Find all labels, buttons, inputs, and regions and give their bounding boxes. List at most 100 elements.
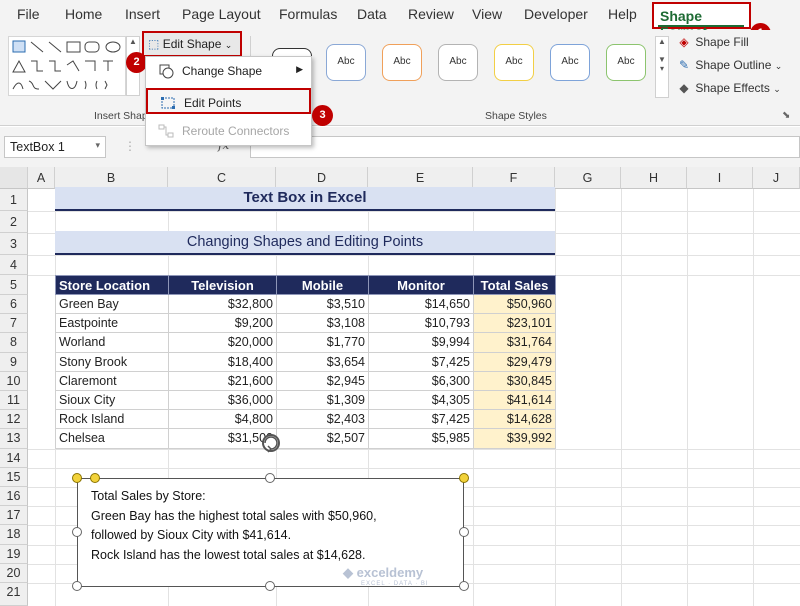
row-header-16[interactable]: 16: [0, 487, 28, 507]
row-header-6[interactable]: 6: [0, 295, 28, 315]
cell-television[interactable]: $18,400: [168, 351, 277, 372]
col-header-f[interactable]: F: [473, 167, 555, 189]
shape-outline-button[interactable]: ✎ Shape Outline ⌄: [676, 58, 782, 72]
header-total-sales[interactable]: Total Sales: [473, 275, 556, 295]
menu-item-edit-points[interactable]: Edit Points: [146, 88, 311, 114]
cell-monitor[interactable]: $7,425: [368, 409, 474, 430]
shape-fill-button[interactable]: ◈ Shape Fill: [676, 35, 748, 49]
row-header-10[interactable]: 10: [0, 371, 28, 391]
cell-mobile[interactable]: $3,108: [276, 313, 369, 334]
shape-style-4[interactable]: Abc: [494, 44, 534, 81]
cell-store[interactable]: Sioux City: [55, 389, 169, 411]
cell-monitor[interactable]: $7,425: [368, 351, 474, 372]
col-header-a[interactable]: A: [28, 167, 55, 189]
row-header-12[interactable]: 12: [0, 410, 28, 430]
resize-handle-left[interactable]: [72, 527, 82, 537]
cell-television[interactable]: $9,200: [168, 313, 277, 334]
cell-total[interactable]: $29,479: [473, 351, 556, 372]
header-television[interactable]: Television: [168, 275, 277, 295]
shape-style-3[interactable]: Abc: [438, 44, 478, 81]
resize-handle-top-left[interactable]: [72, 473, 82, 483]
tab-data[interactable]: Data: [357, 6, 387, 22]
row-header-17[interactable]: 17: [0, 506, 28, 526]
cell-store[interactable]: Eastpointe: [55, 313, 169, 334]
tab-file[interactable]: File: [17, 6, 40, 22]
resize-handle-top-right[interactable]: [459, 473, 469, 483]
shape-style-2[interactable]: Abc: [382, 44, 422, 81]
cell-television[interactable]: $4,800: [168, 409, 277, 430]
row-header-14[interactable]: 14: [0, 448, 28, 468]
row-header-5[interactable]: 5: [0, 275, 28, 295]
col-header-b[interactable]: B: [55, 167, 168, 189]
dialog-launcher-icon[interactable]: ⬊: [782, 110, 790, 121]
col-header-h[interactable]: H: [621, 167, 687, 189]
col-header-d[interactable]: D: [276, 167, 368, 189]
tab-view[interactable]: View: [472, 6, 502, 22]
header-monitor[interactable]: Monitor: [368, 275, 474, 295]
row-header-3[interactable]: 3: [0, 233, 28, 255]
tab-review[interactable]: Review: [408, 6, 454, 22]
row-header-7[interactable]: 7: [0, 314, 28, 334]
cell-television[interactable]: $20,000: [168, 332, 277, 353]
cell-monitor[interactable]: $6,300: [368, 370, 474, 391]
tab-help[interactable]: Help: [608, 6, 637, 22]
select-all-corner[interactable]: [0, 167, 28, 189]
cell-television[interactable]: $32,800: [168, 293, 277, 315]
adjust-handle-yellow[interactable]: [90, 473, 100, 483]
shape-style-5[interactable]: Abc: [550, 44, 590, 81]
tab-shape-format[interactable]: Shape Format: [652, 2, 751, 40]
cell-total[interactable]: $30,845: [473, 370, 556, 391]
cell-mobile[interactable]: $2,403: [276, 409, 369, 430]
cell-monitor[interactable]: $10,793: [368, 313, 474, 334]
cell-mobile[interactable]: $2,945: [276, 370, 369, 391]
cell-store[interactable]: Green Bay: [55, 293, 169, 315]
cell-store[interactable]: Rock Island: [55, 409, 169, 430]
tab-page-layout[interactable]: Page Layout: [182, 6, 261, 22]
cell-mobile[interactable]: $3,510: [276, 293, 369, 315]
shape-styles-scroll[interactable]: ▲ ▼ ▾: [655, 36, 669, 98]
resize-handle-top[interactable]: [265, 473, 275, 483]
cell-store[interactable]: Worland: [55, 332, 169, 353]
row-header-9[interactable]: 9: [0, 352, 28, 372]
cell-mobile[interactable]: $1,770: [276, 332, 369, 353]
row-header-2[interactable]: 2: [0, 211, 28, 233]
row-header-18[interactable]: 18: [0, 525, 28, 545]
cell-store[interactable]: Chelsea: [55, 428, 169, 449]
cell-television[interactable]: $21,600: [168, 370, 277, 391]
row-header-11[interactable]: 11: [0, 391, 28, 411]
row-header-19[interactable]: 19: [0, 544, 28, 564]
row-header-21[interactable]: 21: [0, 583, 28, 606]
cell-mobile[interactable]: $1,309: [276, 389, 369, 411]
row-header-4[interactable]: 4: [0, 255, 28, 275]
col-header-c[interactable]: C: [168, 167, 276, 189]
worksheet-grid[interactable]: A B C D E F G H I J 1 2 3 4 5 6 7 8 9 10…: [0, 167, 800, 606]
cell-mobile[interactable]: $2,507: [276, 428, 369, 449]
menu-item-change-shape[interactable]: Change Shape ▶: [146, 58, 311, 84]
cell-total[interactable]: $14,628: [473, 409, 556, 430]
cell-store[interactable]: Stony Brook: [55, 351, 169, 372]
cell-monitor[interactable]: $5,985: [368, 428, 474, 449]
shape-style-1[interactable]: Abc: [326, 44, 366, 81]
tab-developer[interactable]: Developer: [524, 6, 588, 22]
row-header-15[interactable]: 15: [0, 467, 28, 487]
resize-handle-right[interactable]: [459, 527, 469, 537]
formula-input[interactable]: [250, 136, 800, 158]
header-mobile[interactable]: Mobile: [276, 275, 369, 295]
cell-total[interactable]: $41,614: [473, 389, 556, 411]
cell-total[interactable]: $23,101: [473, 313, 556, 334]
cell-total[interactable]: $50,960: [473, 293, 556, 315]
tab-home[interactable]: Home: [65, 6, 102, 22]
cell-store[interactable]: Claremont: [55, 370, 169, 391]
rotate-handle-icon[interactable]: [259, 431, 283, 455]
shape-style-6[interactable]: Abc: [606, 44, 646, 81]
col-header-g[interactable]: G: [555, 167, 621, 189]
tab-formulas[interactable]: Formulas: [279, 6, 337, 22]
cell-television[interactable]: $36,000: [168, 389, 277, 411]
cell-monitor[interactable]: $9,994: [368, 332, 474, 353]
row-header-20[interactable]: 20: [0, 563, 28, 583]
cell-monitor[interactable]: $4,305: [368, 389, 474, 411]
col-header-i[interactable]: I: [687, 167, 753, 189]
shape-effects-button[interactable]: ◆ Shape Effects ⌄: [676, 81, 780, 95]
cell-monitor[interactable]: $14,650: [368, 293, 474, 315]
row-header-1[interactable]: 1: [0, 189, 28, 211]
